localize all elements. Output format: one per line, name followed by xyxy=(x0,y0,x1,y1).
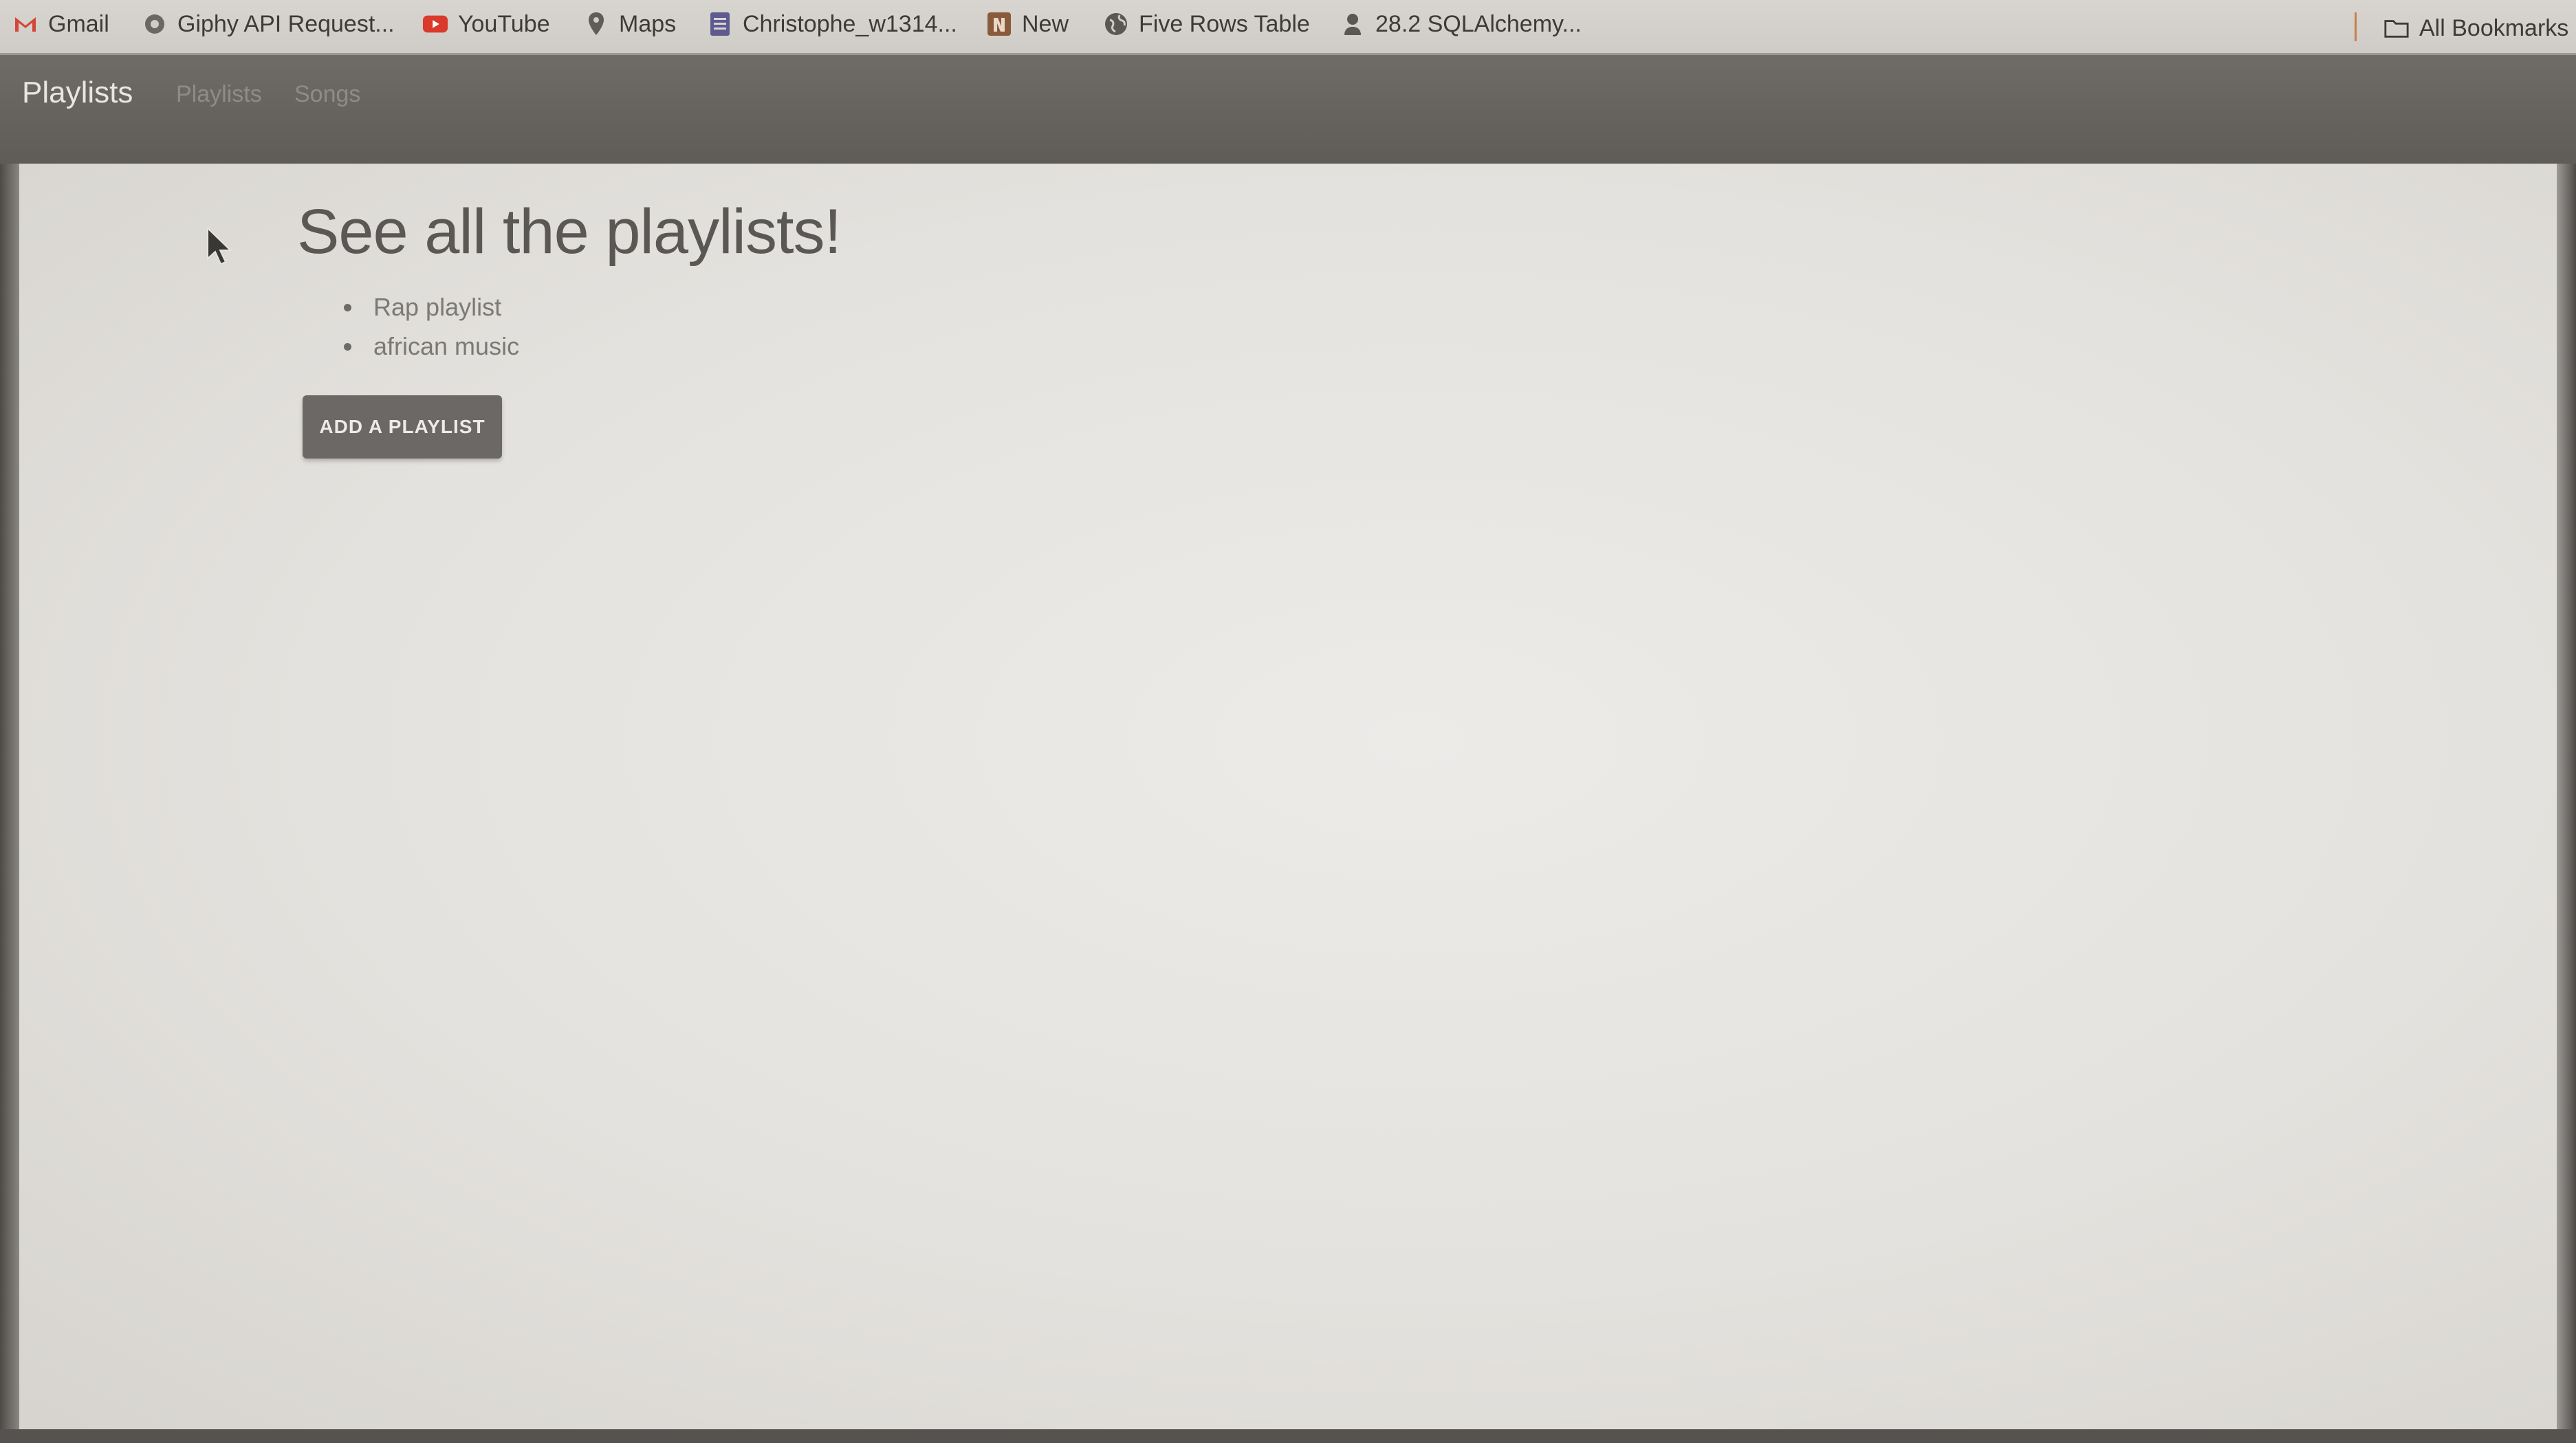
bookmark-label: Five Rows Table xyxy=(1139,10,1310,37)
gmail-icon xyxy=(12,11,39,37)
bookmark-gmail[interactable]: Gmail xyxy=(12,4,109,44)
bookmark-label: 28.2 SQLAlchemy... xyxy=(1375,10,1582,37)
all-bookmarks[interactable]: All Bookmarks xyxy=(2383,8,2568,48)
globe-icon xyxy=(142,11,168,37)
map-pin-icon xyxy=(583,11,609,37)
bookmark-label: Giphy API Request... xyxy=(177,10,395,37)
bookmark-christophe[interactable]: Christophe_w1314... xyxy=(707,4,957,44)
bookmark-label: YouTube xyxy=(458,10,550,37)
bookmark-label: Maps xyxy=(619,10,677,37)
screen-bezel-bottom xyxy=(0,1429,2576,1443)
nav-link-playlists[interactable]: Playlists xyxy=(176,81,262,108)
bookmark-youtube[interactable]: YouTube xyxy=(422,4,550,44)
navbar: Playlists Playlists Songs xyxy=(0,55,2576,164)
folder-icon xyxy=(2383,15,2410,41)
bookmark-giphy[interactable]: Giphy API Request... xyxy=(142,4,395,44)
bookmark-label: Christophe_w1314... xyxy=(743,10,957,37)
navbar-brand[interactable]: Playlists xyxy=(22,76,133,110)
add-playlist-button[interactable]: ADD A PLAYLIST xyxy=(303,395,502,459)
bookmark-label: Gmail xyxy=(48,10,109,37)
bookmark-maps[interactable]: Maps xyxy=(583,4,676,44)
person-icon xyxy=(1340,11,1366,37)
nav-link-songs[interactable]: Songs xyxy=(294,81,360,108)
bookmark-sqlalchemy[interactable]: 28.2 SQLAlchemy... xyxy=(1340,4,1582,44)
bookmarks-divider xyxy=(2355,12,2357,41)
playlist-item-rap[interactable]: Rap playlist xyxy=(344,287,519,327)
bookmark-new[interactable]: New xyxy=(986,4,1069,44)
all-bookmarks-label: All Bookmarks xyxy=(2419,14,2569,41)
youtube-icon xyxy=(422,11,448,37)
app-icon xyxy=(986,11,1012,37)
bookmark-five-rows-table[interactable]: Five Rows Table xyxy=(1103,4,1310,44)
mouse-cursor-icon xyxy=(205,226,232,265)
page-title: See all the playlists! xyxy=(297,197,842,267)
bookmark-label: New xyxy=(1022,10,1069,37)
screen-bezel-right xyxy=(2557,164,2576,1443)
screen-bezel-left xyxy=(0,164,19,1443)
document-icon xyxy=(707,11,733,37)
playlist-list: Rap playlist african music xyxy=(344,287,519,366)
playlist-item-african-music[interactable]: african music xyxy=(344,327,519,366)
bookmarks-bar: Gmail Giphy API Request... YouTube Maps … xyxy=(0,0,2576,55)
globe-icon xyxy=(1103,11,1129,37)
